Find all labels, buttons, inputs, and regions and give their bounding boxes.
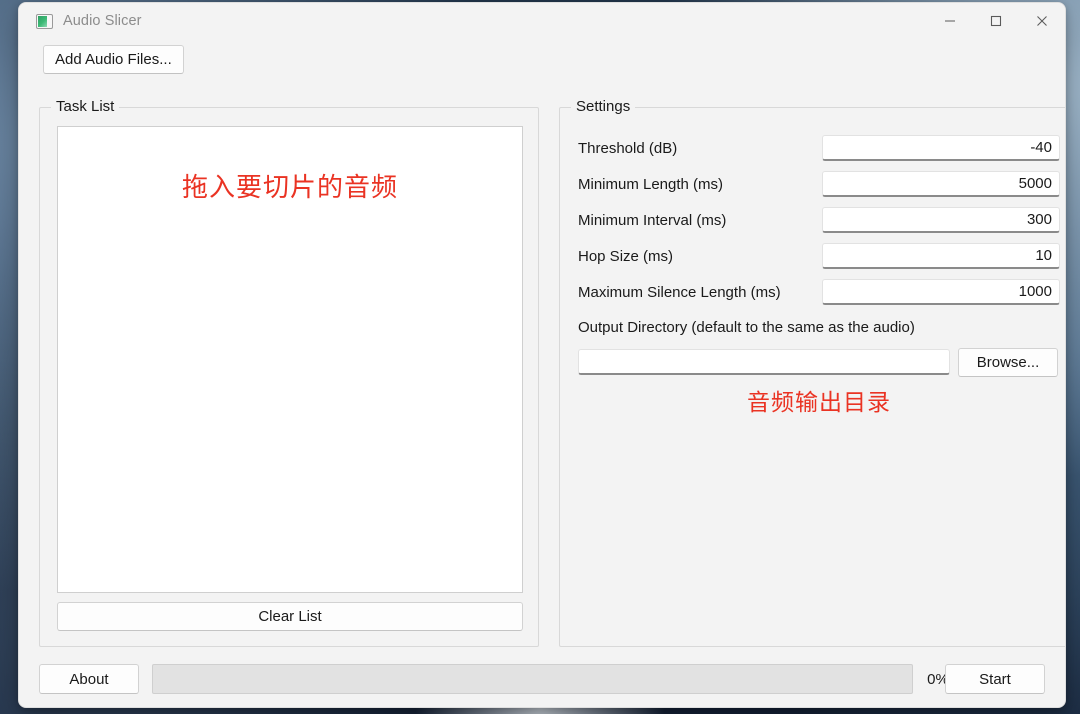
hop-size-label: Hop Size (ms) [578, 247, 674, 265]
drop-hint-annotation: 拖入要切片的音频 [181, 173, 398, 203]
app-icon [36, 13, 53, 29]
minimum-length-label: Minimum Length (ms) [578, 175, 724, 193]
minimize-button[interactable] [927, 3, 973, 39]
window-controls [927, 3, 1065, 39]
setting-row-minimum-interval: Minimum Interval (ms) [578, 206, 1060, 234]
bottom-bar: About 0% Start [19, 655, 1065, 707]
close-button[interactable] [1019, 3, 1065, 39]
maximum-silence-length-label: Maximum Silence Length (ms) [578, 283, 781, 301]
desktop-background: Audio Slicer Add Audio Files... Task Lis… [0, 0, 1080, 714]
settings-group: Settings Threshold (dB) Minimum Length (… [559, 98, 1065, 647]
threshold-input[interactable] [822, 135, 1060, 161]
main-body: Task List 拖入要切片的音频 Clear List Settings T… [19, 95, 1065, 655]
maximum-silence-length-input[interactable] [822, 279, 1060, 305]
threshold-label: Threshold (dB) [578, 139, 678, 157]
maximize-button[interactable] [973, 3, 1019, 39]
title-bar: Audio Slicer [19, 3, 1065, 39]
clear-list-button[interactable]: Clear List [57, 602, 523, 631]
add-audio-files-button[interactable]: Add Audio Files... [43, 45, 184, 75]
setting-row-threshold: Threshold (dB) [578, 134, 1060, 162]
minimum-interval-label: Minimum Interval (ms) [578, 211, 727, 229]
progress-bar [152, 664, 913, 694]
output-directory-label: Output Directory (default to the same as… [578, 319, 915, 336]
maximize-icon [990, 15, 1002, 27]
hop-size-input[interactable] [822, 243, 1060, 269]
browse-button[interactable]: Browse... [958, 348, 1058, 377]
window-title: Audio Slicer [63, 13, 142, 29]
minimum-length-input[interactable] [822, 171, 1060, 197]
setting-row-hop-size: Hop Size (ms) [578, 242, 1060, 270]
output-directory-input[interactable] [578, 349, 950, 375]
start-button[interactable]: Start [945, 664, 1045, 694]
toolbar: Add Audio Files... [19, 39, 1065, 75]
setting-row-maximum-silence-length: Maximum Silence Length (ms) [578, 278, 1060, 306]
audio-slicer-window: Audio Slicer Add Audio Files... Task Lis… [18, 2, 1066, 708]
close-icon [1037, 16, 1047, 26]
about-button[interactable]: About [39, 664, 139, 694]
output-directory-annotation: 音频输出目录 [747, 390, 891, 416]
task-list-group-title: Task List [51, 98, 120, 115]
setting-row-minimum-length: Minimum Length (ms) [578, 170, 1060, 198]
task-list-dropzone[interactable]: 拖入要切片的音频 [57, 126, 523, 593]
settings-group-title: Settings [571, 98, 636, 115]
minimize-icon [945, 20, 955, 22]
task-list-group: Task List 拖入要切片的音频 Clear List [39, 98, 539, 647]
minimum-interval-input[interactable] [822, 207, 1060, 233]
